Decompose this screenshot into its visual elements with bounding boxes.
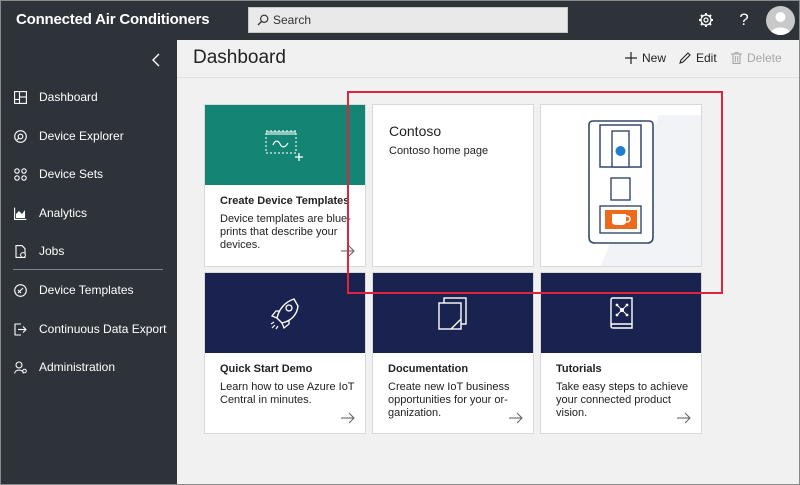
tile-create-device-templates[interactable]: Create Device Templates Device templates… bbox=[204, 104, 366, 267]
dashboard-icon bbox=[13, 90, 27, 104]
edit-button[interactable]: Edit bbox=[679, 51, 717, 65]
sidebar: Dashboard Device Explorer Device Sets An… bbox=[1, 40, 177, 484]
tile-title: Create Device Templates bbox=[220, 195, 350, 207]
arrow-right-icon[interactable] bbox=[341, 245, 355, 257]
search-icon bbox=[257, 14, 269, 26]
tile-description: Learn how to use Azure IoT Central in mi… bbox=[220, 381, 355, 406]
sidebar-item-label: Device Explorer bbox=[39, 129, 124, 143]
search-box[interactable]: Search bbox=[248, 7, 568, 33]
sidebar-item-jobs[interactable]: Jobs bbox=[1, 236, 177, 266]
sidebar-item-label: Jobs bbox=[39, 244, 65, 258]
coffee-machine-image bbox=[588, 115, 701, 266]
app-window: Connected Air Conditioners Search ? Dash… bbox=[0, 0, 800, 485]
tile-contoso[interactable]: Contoso Contoso home page bbox=[372, 104, 534, 267]
tile-description: Create new IoT business opportunities fo… bbox=[388, 381, 510, 419]
app-title: Connected Air Conditioners bbox=[16, 11, 210, 28]
device-sets-icon bbox=[13, 167, 27, 181]
sidebar-item-label: Analytics bbox=[39, 206, 88, 220]
header-divider bbox=[177, 77, 799, 78]
tile-description: Take easy steps to achieve your connecte… bbox=[556, 381, 689, 419]
delete-button-label: Delete bbox=[747, 51, 782, 65]
device-templates-icon bbox=[13, 283, 27, 297]
documents-icon bbox=[438, 297, 467, 330]
sidebar-divider bbox=[13, 269, 163, 270]
sidebar-item-device-explorer[interactable]: Device Explorer bbox=[1, 121, 177, 151]
tile-band bbox=[373, 273, 533, 353]
tile-device-image[interactable] bbox=[540, 104, 702, 267]
data-export-icon bbox=[13, 322, 27, 336]
sidebar-item-label: Continuous Data Export bbox=[39, 322, 167, 336]
arrow-right-icon[interactable] bbox=[509, 412, 523, 424]
help-icon[interactable]: ? bbox=[733, 9, 755, 31]
tile-title: Documentation bbox=[388, 363, 469, 375]
tile-title: Contoso bbox=[389, 123, 442, 139]
sidebar-item-administration[interactable]: Administration bbox=[1, 352, 177, 382]
top-bar: Connected Air Conditioners Search ? bbox=[1, 1, 799, 40]
main-content: Dashboard New Edit Delete Create Device … bbox=[177, 40, 799, 484]
book-icon bbox=[610, 297, 633, 329]
tile-band bbox=[541, 273, 701, 353]
chevron-left-icon[interactable] bbox=[148, 50, 164, 70]
tile-band bbox=[205, 105, 365, 185]
gear-icon[interactable] bbox=[695, 9, 717, 31]
pencil-icon bbox=[679, 52, 691, 64]
rocket-icon bbox=[270, 298, 299, 330]
avatar[interactable] bbox=[766, 6, 795, 35]
sidebar-item-label: Dashboard bbox=[39, 90, 98, 104]
tile-tutorials[interactable]: Tutorials Take easy steps to achieve you… bbox=[540, 272, 702, 434]
delete-button[interactable]: Delete bbox=[731, 51, 782, 65]
new-button-label: New bbox=[642, 51, 667, 65]
sidebar-item-label: Device Sets bbox=[39, 167, 104, 181]
help-glyph: ? bbox=[739, 10, 749, 29]
tile-band bbox=[205, 273, 365, 353]
tile-quick-start-demo[interactable]: Quick Start Demo Learn how to use Azure … bbox=[204, 272, 366, 434]
sidebar-item-device-sets[interactable]: Device Sets bbox=[1, 159, 177, 189]
search-input[interactable]: Search bbox=[273, 13, 311, 27]
page-title: Dashboard bbox=[193, 47, 286, 68]
jobs-icon bbox=[13, 244, 27, 258]
sidebar-item-label: Administration bbox=[39, 360, 116, 374]
avatar-icon bbox=[770, 12, 791, 35]
edit-button-label: Edit bbox=[696, 51, 717, 65]
analytics-icon bbox=[13, 206, 27, 220]
tile-description: Contoso home page bbox=[389, 145, 489, 157]
sidebar-item-label: Device Templates bbox=[39, 283, 134, 297]
tile-title: Quick Start Demo bbox=[220, 363, 313, 375]
tile-description: Device templates are blue-prints that de… bbox=[220, 213, 351, 251]
tile-documentation[interactable]: Documentation Create new IoT business op… bbox=[372, 272, 534, 434]
sidebar-item-dashboard[interactable]: Dashboard bbox=[1, 82, 177, 112]
arrow-right-icon[interactable] bbox=[341, 412, 355, 424]
sidebar-item-analytics[interactable]: Analytics bbox=[1, 198, 177, 228]
sidebar-item-device-templates[interactable]: Device Templates bbox=[1, 275, 177, 305]
tile-title: Tutorials bbox=[556, 363, 602, 375]
plus-icon bbox=[625, 52, 637, 64]
arrow-right-icon[interactable] bbox=[677, 412, 691, 424]
device-template-icon bbox=[265, 130, 303, 161]
sidebar-item-continuous-data-export[interactable]: Continuous Data Export bbox=[1, 314, 177, 344]
administration-icon bbox=[13, 360, 27, 374]
trash-icon bbox=[731, 52, 742, 64]
new-button[interactable]: New bbox=[625, 51, 666, 65]
device-explorer-icon bbox=[13, 129, 27, 143]
